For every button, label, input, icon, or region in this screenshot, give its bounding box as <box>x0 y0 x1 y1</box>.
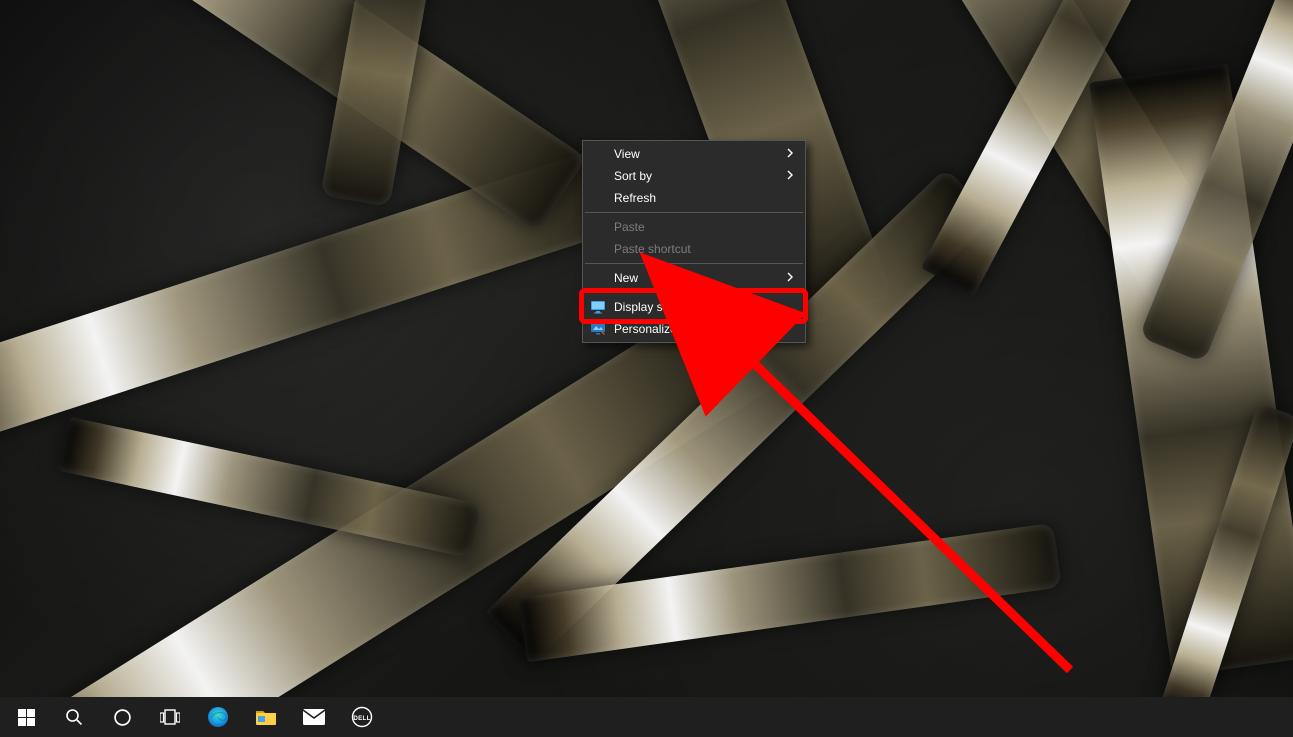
edge-icon <box>207 706 229 728</box>
menu-item-personalize[interactable]: Personalize <box>584 318 804 340</box>
cortana-button[interactable] <box>98 697 146 737</box>
menu-item-paste-shortcut: Paste shortcut <box>584 238 804 260</box>
display-icon <box>590 299 606 315</box>
menu-item-label: Paste shortcut <box>614 242 691 256</box>
menu-item-display-settings[interactable]: Display settings <box>584 296 804 318</box>
svg-text:DELL: DELL <box>353 715 370 722</box>
chevron-right-icon <box>786 147 794 161</box>
menu-item-view[interactable]: View <box>584 143 804 165</box>
menu-item-label: Personalize <box>614 322 677 336</box>
menu-item-label: View <box>614 147 640 161</box>
desktop-wallpaper[interactable] <box>0 0 1293 737</box>
menu-item-label: Paste <box>614 220 645 234</box>
menu-item-label: Sort by <box>614 169 652 183</box>
start-button[interactable] <box>2 697 50 737</box>
mail-icon <box>303 709 325 725</box>
menu-item-label: New <box>614 271 638 285</box>
windows-logo-icon <box>18 709 35 726</box>
dell-button[interactable]: DELL <box>338 697 386 737</box>
search-button[interactable] <box>50 697 98 737</box>
menu-item-new[interactable]: New <box>584 267 804 289</box>
menu-separator <box>585 212 803 213</box>
menu-item-sort-by[interactable]: Sort by <box>584 165 804 187</box>
search-icon <box>65 708 83 726</box>
chevron-right-icon <box>786 169 794 183</box>
menu-separator <box>585 292 803 293</box>
taskbar: DELL <box>0 697 1293 737</box>
cortana-icon <box>113 708 132 727</box>
task-view-button[interactable] <box>146 697 194 737</box>
mail-button[interactable] <box>290 697 338 737</box>
desktop-context-menu: View Sort by Refresh Paste Paste shortcu… <box>582 140 806 343</box>
menu-item-label: Refresh <box>614 191 656 205</box>
menu-item-refresh[interactable]: Refresh <box>584 187 804 209</box>
personalize-icon <box>590 321 606 337</box>
folder-icon <box>255 708 277 726</box>
edge-button[interactable] <box>194 697 242 737</box>
file-explorer-button[interactable] <box>242 697 290 737</box>
dell-icon: DELL <box>351 706 373 728</box>
chevron-right-icon <box>786 271 794 285</box>
menu-separator <box>585 263 803 264</box>
menu-item-paste: Paste <box>584 216 804 238</box>
task-view-icon <box>160 709 180 725</box>
menu-item-label: Display settings <box>614 300 698 314</box>
